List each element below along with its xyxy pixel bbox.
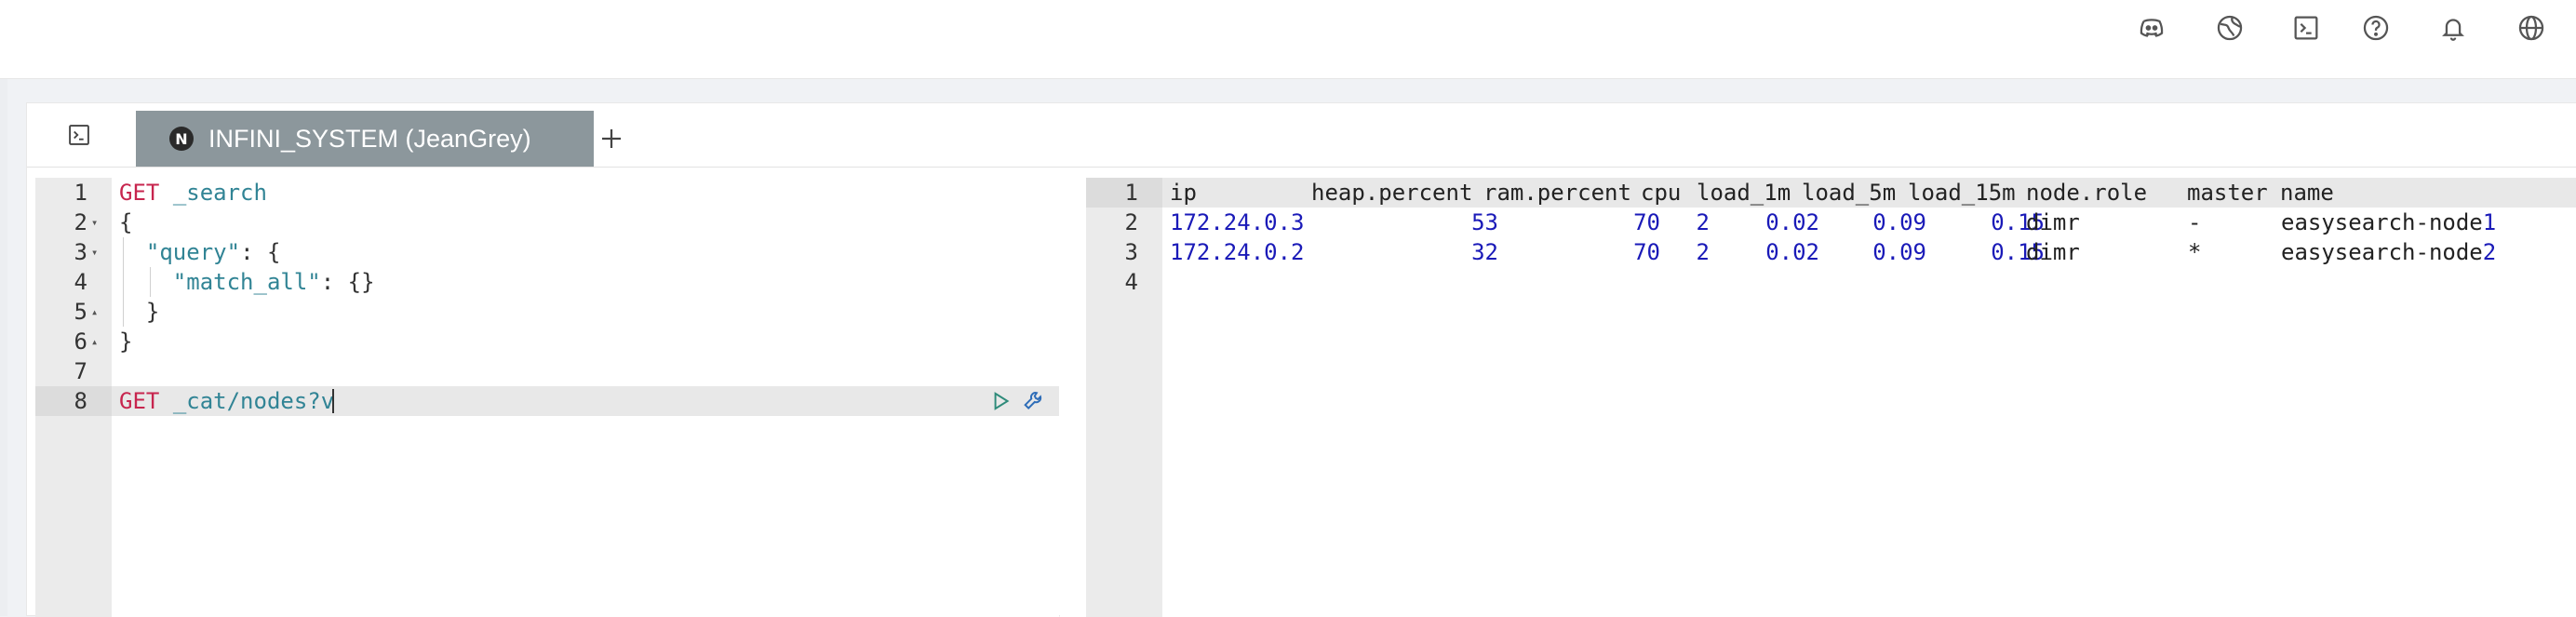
request-settings-button[interactable]	[1019, 386, 1049, 416]
code-token: "query"	[145, 239, 241, 265]
column-header: load_1m	[1697, 180, 1791, 206]
node-name: easysearch-node	[2281, 209, 2483, 235]
node-name-suffix: 2	[2482, 239, 2497, 265]
code-line: GET _search	[119, 178, 267, 208]
help-icon[interactable]	[2355, 7, 2396, 48]
code-line: "match_all": {}	[119, 267, 375, 297]
line-number: 8	[74, 388, 87, 414]
run-request-button[interactable]	[986, 386, 1015, 416]
response-output[interactable]: 1 2 3 4 ip heap.percent ram.percent cpu load_1m l…	[1086, 178, 2576, 617]
fold-toggle-icon[interactable]: ▴	[91, 327, 104, 356]
wrench-icon	[1024, 392, 1042, 409]
tab-label: INFINI_SYSTEM (JeanGrey)	[208, 124, 531, 153]
code-line: {	[119, 208, 132, 237]
line-number: 3	[74, 239, 87, 265]
column-header: node.role	[2026, 180, 2148, 206]
code-token: _search	[172, 180, 267, 206]
text-cursor	[332, 389, 334, 413]
table-cell: -	[2188, 209, 2202, 235]
table-cell: 32	[1471, 239, 1498, 265]
tab-infini-system[interactable]: N INFINI_SYSTEM (JeanGrey)	[136, 111, 594, 167]
tab-bar: N INFINI_SYSTEM (JeanGrey)	[27, 103, 2576, 168]
table-cell: easysearch-node1	[2281, 208, 2496, 237]
code-text: }	[119, 299, 160, 325]
code-text: }	[119, 329, 133, 355]
column-header: ram.percent	[1483, 180, 1631, 206]
column-header: ip	[1170, 180, 1197, 206]
code-line: "query": {	[119, 237, 281, 267]
fold-toggle-icon[interactable]: ▴	[91, 297, 104, 327]
code-line: }	[119, 327, 132, 356]
table-cell: 172.24.0.3	[1170, 209, 1305, 235]
add-tab-button[interactable]	[589, 116, 634, 161]
console-panel: N INFINI_SYSTEM (JeanGrey) 1 GET _search 2…	[26, 102, 2576, 617]
plus-icon	[602, 129, 621, 148]
line-number: 5	[74, 299, 87, 325]
globe-off-icon[interactable]	[2209, 7, 2250, 48]
discord-icon[interactable]	[2131, 7, 2172, 48]
column-header: load_5m	[1802, 180, 1897, 206]
table-cell: dimr	[2026, 239, 2080, 265]
code-line: GET _cat/nodes?v	[119, 386, 334, 416]
request-editor[interactable]: 1 GET _search 2 ▾ {3 ▾ "query": { 4 "match_all…	[35, 178, 1059, 617]
code-token: "match_all"	[172, 269, 321, 295]
line-number: 7	[74, 358, 87, 384]
fold-toggle-icon[interactable]: ▾	[91, 237, 104, 267]
line-number: 4	[74, 269, 87, 295]
column-header: master	[2187, 180, 2268, 206]
code-text: : {	[240, 239, 281, 265]
table-cell: 0.15	[1991, 209, 2045, 235]
code-token: _cat/nodes?v	[172, 388, 335, 414]
table-cell: *	[2188, 239, 2202, 265]
output-line-number: 1	[1124, 180, 1138, 206]
language-icon[interactable]	[2511, 7, 2552, 48]
table-cell: 172.24.0.2	[1170, 239, 1305, 265]
node-name-suffix: 1	[2482, 209, 2497, 235]
line-number: 1	[74, 180, 87, 206]
output-line-number: 4	[1124, 269, 1138, 295]
pane-divider[interactable]	[1060, 178, 1086, 617]
column-header: load_15m	[1908, 180, 2016, 206]
code-text: : {}	[320, 269, 375, 295]
terminal-icon[interactable]	[2286, 7, 2327, 48]
column-header: cpu	[1641, 180, 1682, 206]
table-cell: dimr	[2026, 209, 2080, 235]
column-header: heap.percent	[1311, 180, 1473, 206]
node-name: easysearch-node	[2281, 239, 2483, 265]
left-strip	[0, 79, 7, 616]
table-cell: 53	[1471, 209, 1498, 235]
line-number: 6	[74, 329, 87, 355]
bell-icon[interactable]	[2433, 7, 2474, 48]
terminal-icon	[69, 125, 89, 145]
table-cell: 0.15	[1991, 239, 2045, 265]
cluster-logo-icon: N	[169, 127, 194, 151]
console-terminal-button[interactable]	[64, 120, 94, 150]
code-line: }	[119, 297, 159, 327]
output-line-number: 3	[1124, 239, 1138, 265]
fold-toggle-icon[interactable]: ▾	[91, 208, 104, 237]
top-bar	[0, 0, 2576, 79]
play-icon	[994, 392, 1010, 410]
http-method: GET	[119, 180, 160, 206]
http-method: GET	[119, 388, 160, 414]
output-line-number: 2	[1124, 209, 1138, 235]
table-cell: easysearch-node2	[2281, 237, 2496, 267]
line-number: 2	[74, 209, 87, 235]
code-text: {	[119, 209, 133, 235]
column-header: name	[2280, 180, 2334, 206]
